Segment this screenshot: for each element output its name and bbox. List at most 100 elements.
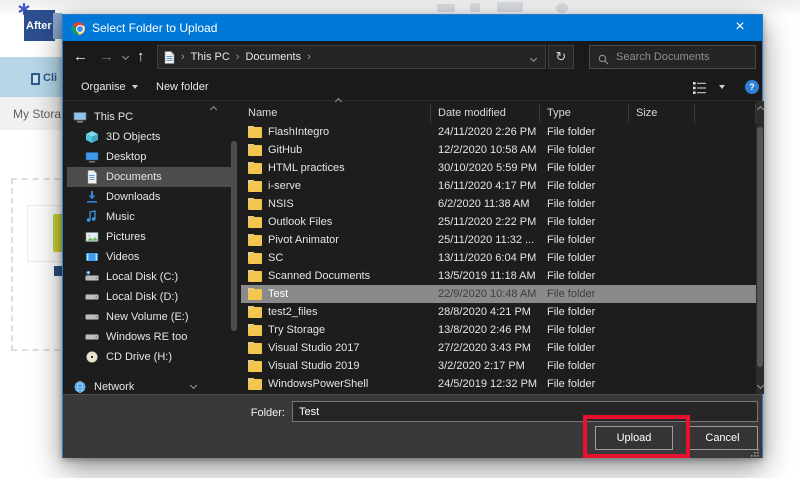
upload-button[interactable]: Upload	[595, 426, 673, 450]
sidebar-item-network[interactable]: Network	[67, 377, 233, 394]
file-row-visual-studio-2017[interactable]: Visual Studio 201727/2/2020 3:43 PMFile …	[241, 339, 756, 357]
folder-name-input[interactable]	[292, 401, 758, 422]
list-scroll-up-icon[interactable]	[756, 106, 763, 113]
sidebar-scrollbar[interactable]	[231, 141, 237, 331]
file-row-test[interactable]: Test22/9/2020 10:48 AMFile folder	[241, 285, 756, 303]
file-row-nsis[interactable]: NSIS6/2/2020 11:38 AMFile folder	[241, 195, 756, 213]
address-bar[interactable]: › This PC › Documents ›	[157, 45, 546, 69]
sidebar-item-label: Downloads	[106, 191, 160, 203]
chrome-icon	[72, 22, 85, 35]
column-header-filler	[695, 104, 756, 123]
list-scrollbar[interactable]	[756, 101, 764, 394]
cancel-button[interactable]: Cancel	[687, 426, 758, 450]
refresh-button[interactable]: ↻	[548, 45, 574, 69]
sidebar-item-label: Videos	[106, 251, 139, 263]
file-type-cell: File folder	[540, 288, 629, 300]
file-row-flashintegro[interactable]: FlashIntegro24/11/2020 2:26 PMFile folde…	[241, 123, 756, 141]
select-folder-dialog: Select Folder to Upload × ← → ↑ › This PC…	[62, 14, 763, 458]
column-header-name[interactable]: Name	[241, 104, 431, 123]
list-scrollbar-thumb[interactable]	[757, 127, 763, 367]
sidebar-item-music[interactable]: Music	[67, 207, 233, 227]
sidebar-item-downloads[interactable]: Downloads	[67, 187, 233, 207]
cd-icon	[85, 350, 99, 364]
file-row-html-practices[interactable]: HTML practices30/10/2020 5:59 PMFile fol…	[241, 159, 756, 177]
file-row-github[interactable]: GitHub12/2/2020 10:58 AMFile folder	[241, 141, 756, 159]
file-name-text: i-serve	[268, 180, 301, 192]
pictures-icon	[85, 230, 99, 244]
file-name-cell: WindowsPowerShell	[241, 378, 431, 390]
dialog-title: Select Folder to Upload	[92, 21, 217, 35]
close-button[interactable]: ×	[718, 15, 762, 41]
sidebar-item-documents[interactable]: Documents	[67, 167, 233, 187]
file-list: NameDate modifiedTypeSize FlashIntegro24…	[241, 101, 756, 394]
file-row-sc[interactable]: SC13/11/2020 6:04 PMFile folder	[241, 249, 756, 267]
file-name-text: GitHub	[268, 144, 302, 156]
background-artifact	[437, 4, 455, 12]
views-dropdown-icon[interactable]	[719, 85, 725, 89]
file-date-cell: 12/2/2020 10:58 AM	[431, 144, 540, 156]
file-row-windowspowershell[interactable]: WindowsPowerShell24/5/2019 12:32 PMFile …	[241, 375, 756, 393]
network-icon	[73, 380, 87, 394]
new-folder-button[interactable]: New folder	[156, 73, 209, 101]
help-button[interactable]: ?	[745, 80, 759, 94]
folder-icon	[248, 271, 262, 282]
sidebar-item-3d-objects[interactable]: 3D Objects	[67, 127, 233, 147]
list-scroll-down-icon[interactable]	[756, 382, 763, 389]
folder-icon	[248, 163, 262, 174]
breadcrumb-documents[interactable]: Documents	[245, 51, 301, 63]
file-row-test2-files[interactable]: test2_files28/8/2020 4:21 PMFile folder	[241, 303, 756, 321]
back-button[interactable]: ←	[73, 41, 88, 73]
desktop-icon	[85, 150, 99, 164]
dialog-main: This PC3D ObjectsDesktopDocuments Downloa…	[63, 101, 762, 394]
sidebar-item-label: Windows RE too	[106, 331, 187, 343]
sidebar-item-windows-re-too[interactable]: Windows RE too	[67, 327, 233, 347]
file-type-cell: File folder	[540, 306, 629, 318]
file-type-cell: File folder	[540, 162, 629, 174]
sidebar-item-this-pc[interactable]: This PC	[67, 107, 233, 127]
search-input[interactable]	[616, 51, 746, 63]
organise-menu-button[interactable]: Organise	[81, 73, 138, 101]
file-date-cell: 27/2/2020 3:43 PM	[431, 342, 540, 354]
sidebar-item-label: Network	[94, 381, 134, 393]
file-row-try-storage[interactable]: Try Storage13/8/2020 2:46 PMFile folder	[241, 321, 756, 339]
dialog-footer: Folder: Upload Cancel	[63, 394, 762, 458]
breadcrumb-chevron-icon[interactable]: ›	[307, 51, 311, 63]
resize-grip[interactable]	[749, 445, 760, 456]
background-artifact	[497, 2, 523, 12]
file-date-cell: 25/11/2020 2:22 PM	[431, 216, 540, 228]
sidebar-item-local-disk-d[interactable]: Local Disk (D:)	[67, 287, 233, 307]
file-row-pivot-animator[interactable]: Pivot Animator25/11/2020 11:32 ...File f…	[241, 231, 756, 249]
recent-locations-chevron-icon[interactable]	[122, 53, 129, 60]
folder-icon	[248, 127, 262, 138]
search-box[interactable]	[589, 45, 756, 69]
file-date-cell: 24/5/2019 12:32 PM	[431, 378, 540, 390]
file-row-outlook-files[interactable]: Outlook Files25/11/2020 2:22 PMFile fold…	[241, 213, 756, 231]
file-row-scanned-documents[interactable]: Scanned Documents13/5/2019 11:18 AMFile …	[241, 267, 756, 285]
forward-button[interactable]: →	[99, 41, 114, 73]
column-header-size[interactable]: Size	[629, 104, 695, 123]
column-header-type[interactable]: Type	[540, 104, 629, 123]
file-row-visual-studio-2019[interactable]: Visual Studio 20193/2/2020 2:17 PMFile f…	[241, 357, 756, 375]
folder-field-label: Folder:	[223, 404, 285, 422]
background-tab-label[interactable]: Cli	[43, 72, 57, 84]
sidebar-item-label: CD Drive (H:)	[106, 351, 172, 363]
sidebar-item-pictures[interactable]: Pictures	[67, 227, 233, 247]
up-button[interactable]: ↑	[137, 41, 145, 73]
folder-icon	[248, 181, 262, 192]
file-type-cell: File folder	[540, 378, 629, 390]
folder-icon	[248, 253, 262, 264]
address-dropdown-chevron-icon[interactable]	[530, 55, 537, 62]
breadcrumb-chevron-icon[interactable]: ›	[236, 51, 240, 63]
breadcrumb-chevron-icon[interactable]: ›	[181, 51, 185, 63]
breadcrumb-this-pc[interactable]: This PC	[191, 51, 230, 63]
column-header-date-modified[interactable]: Date modified	[431, 104, 540, 123]
file-row-i-serve[interactable]: i-serve16/11/2020 4:17 PMFile folder	[241, 177, 756, 195]
sidebar-item-new-volume-e[interactable]: New Volume (E:)	[67, 307, 233, 327]
sidebar-item-local-disk-c[interactable]: Local Disk (C:)	[67, 267, 233, 287]
sidebar-item-desktop[interactable]: Desktop	[67, 147, 233, 167]
dialog-titlebar[interactable]: Select Folder to Upload ×	[63, 15, 762, 41]
details-view-icon[interactable]	[693, 81, 706, 93]
sidebar-item-videos[interactable]: Videos	[67, 247, 233, 267]
file-date-cell: 30/10/2020 5:59 PM	[431, 162, 540, 174]
sidebar-item-cd-drive-h[interactable]: CD Drive (H:)	[67, 347, 233, 367]
